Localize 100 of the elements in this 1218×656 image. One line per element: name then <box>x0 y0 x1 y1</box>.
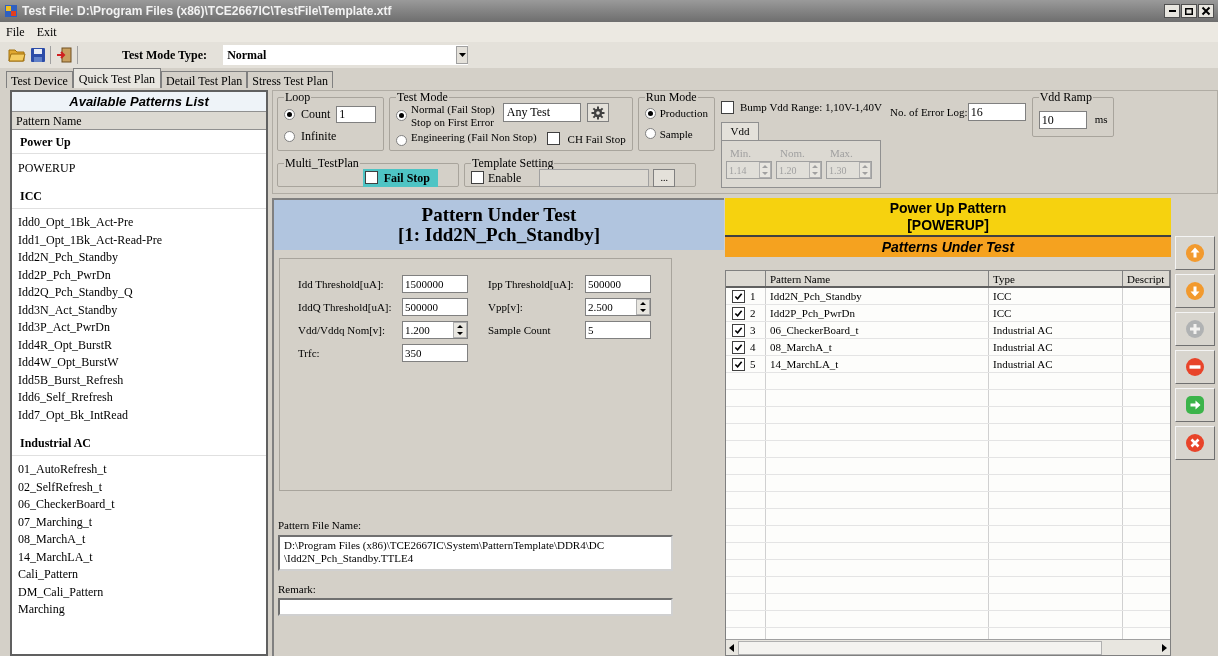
list-item[interactable]: 07_Marching_t <box>12 513 266 531</box>
close-icon <box>1184 433 1205 453</box>
tab[interactable]: Detail Test Plan <box>161 71 248 88</box>
save-icon[interactable] <box>30 47 46 63</box>
list-item[interactable]: 06_CheckerBoard_t <box>12 495 266 513</box>
list-item[interactable]: 08_MarchA_t <box>12 530 266 548</box>
list-item[interactable]: 02_SelfRefresh_t <box>12 478 266 496</box>
checkbox[interactable] <box>732 340 745 354</box>
radio-button[interactable] <box>284 108 295 120</box>
spin-field[interactable]: 1.200 <box>402 321 468 339</box>
menu-item[interactable]: File <box>6 23 25 41</box>
toolbar-button[interactable] <box>1174 426 1215 460</box>
window-button[interactable] <box>1181 4 1197 18</box>
list-item[interactable]: Idd2N_Pch_Standby <box>12 248 266 266</box>
arrow-right-icon <box>1184 395 1205 415</box>
error-log-field[interactable]: 16 <box>967 103 1026 121</box>
row-number: 3 <box>750 322 756 338</box>
spinner-icon[interactable] <box>636 299 650 315</box>
list-item[interactable]: DM_Cali_Pattern <box>12 583 266 601</box>
list-item[interactable]: Idd7_Opt_Bk_IntRead <box>12 406 266 424</box>
group-header[interactable]: Power Up <box>12 130 266 154</box>
add-icon <box>1184 319 1205 339</box>
list-item[interactable]: Idd1_Opt_1Bk_Act-Read-Pre <box>12 231 266 249</box>
radio-button[interactable] <box>284 130 295 142</box>
list-item[interactable]: Idd6_Self_Rrefresh <box>12 388 266 406</box>
list-item[interactable]: POWERUP <box>12 159 266 177</box>
text-field[interactable]: 500000 <box>585 275 651 293</box>
field-label: No. of Error Log: <box>890 104 968 120</box>
column-header[interactable]: Pattern Name <box>12 112 266 130</box>
radio-button[interactable] <box>396 135 407 146</box>
path-field[interactable] <box>539 168 650 187</box>
menu-item[interactable]: Exit <box>36 23 57 41</box>
list-item[interactable]: 01_AutoRefresh_t <box>12 460 266 478</box>
window-button[interactable] <box>1164 4 1180 18</box>
field-value: 1.200 <box>404 322 431 338</box>
text-field[interactable]: 500000 <box>402 298 468 316</box>
list-item[interactable]: Idd5B_Burst_Refresh <box>12 371 266 389</box>
checkbox[interactable] <box>732 357 745 371</box>
field-label: Pattern File Name: <box>278 518 363 533</box>
exit-icon[interactable] <box>55 46 73 64</box>
radio-button[interactable] <box>644 128 656 140</box>
field-value: D:\Program Files (x86)\TCE2667IC\System\PatternTemplate\DDR4\DC <box>284 538 606 552</box>
checkbox[interactable] <box>720 100 734 114</box>
remark-field[interactable] <box>278 598 673 616</box>
radio-label: Sample <box>659 126 693 142</box>
checkbox[interactable] <box>546 132 560 145</box>
mode-dropdown[interactable]: Normal <box>223 45 469 65</box>
column-header[interactable]: Descript <box>1123 271 1170 286</box>
list-item[interactable]: Idd4W_Opt_BurstW <box>12 353 266 371</box>
tab[interactable]: Stress Test Plan <box>247 71 333 88</box>
radio-button[interactable] <box>396 110 407 121</box>
list-item[interactable]: Idd0_Opt_1Bk_Act-Pre <box>12 213 266 231</box>
tab[interactable]: Quick Test Plan <box>72 68 162 88</box>
list-item[interactable]: Idd2P_Pch_PwrDn <box>12 266 266 284</box>
list-item[interactable]: Idd4R_Opt_BurstR <box>12 336 266 354</box>
spin-field[interactable]: 2.500 <box>585 298 651 316</box>
radio-label: Count <box>301 106 331 123</box>
toolbar-button[interactable] <box>1174 236 1215 270</box>
field-value: 2.500 <box>587 299 614 315</box>
group-title: Loop <box>284 91 312 103</box>
count-field[interactable]: 1 <box>336 105 377 123</box>
column-header[interactable]: Type <box>989 271 1123 286</box>
group-header[interactable]: ICC <box>12 184 266 209</box>
checkbox[interactable] <box>364 171 378 184</box>
spinner-icon[interactable] <box>453 322 467 338</box>
group-title: Test Mode <box>396 91 449 103</box>
panel-title: Power Up Pattern <box>889 199 1007 217</box>
column-header[interactable]: Pattern Name <box>766 271 989 286</box>
group-header[interactable]: Industrial AC <box>12 431 266 456</box>
text-field[interactable]: 5 <box>585 321 651 339</box>
text-field[interactable]: 1500000 <box>402 275 468 293</box>
text-field[interactable]: 350 <box>402 344 468 362</box>
folder-icon[interactable] <box>8 47 26 63</box>
horizontal-scrollbar[interactable] <box>726 639 1170 655</box>
list-item[interactable]: Idd3P_Act_PwrDn <box>12 318 266 336</box>
checkbox[interactable] <box>732 323 745 337</box>
checkbox[interactable] <box>732 289 745 303</box>
checkbox-label: Fail Stop <box>383 169 431 187</box>
list-item[interactable]: Cali_Pattern <box>12 565 266 583</box>
file-name-field[interactable]: D:\Program Files (x86)\TCE2667IC\System\PatternTemplate\DDR4\DC \Idd2N_Pch_Standby.TTLE4 <box>278 534 673 571</box>
list-item[interactable]: Idd3N_Act_Standby <box>12 301 266 319</box>
list-item[interactable]: 14_MarchLA_t <box>12 548 266 566</box>
settings-button[interactable] <box>586 103 609 122</box>
radio-button[interactable] <box>644 107 656 119</box>
toolbar-button[interactable] <box>1174 350 1215 384</box>
field-value: 1.14 <box>727 163 748 178</box>
checkbox[interactable] <box>732 306 745 320</box>
ramp-field[interactable]: 10 <box>1038 110 1087 129</box>
checkbox[interactable] <box>471 171 484 184</box>
panel-subtitle: [1: Idd2N_Pch_Standby] <box>397 225 601 245</box>
list-item[interactable]: Idd2Q_Pch_Standby_Q <box>12 283 266 301</box>
dropdown-value: Normal <box>227 47 267 64</box>
tab[interactable]: Test Device <box>6 71 73 88</box>
filter-field[interactable]: Any Test <box>502 103 581 122</box>
window-button[interactable] <box>1198 4 1214 18</box>
toolbar-button[interactable] <box>1174 274 1215 308</box>
browse-button[interactable]: ... <box>653 168 676 187</box>
field-value: 1.30 <box>827 163 848 178</box>
list-item[interactable]: Marching <box>12 600 266 618</box>
toolbar-button[interactable] <box>1174 388 1215 422</box>
